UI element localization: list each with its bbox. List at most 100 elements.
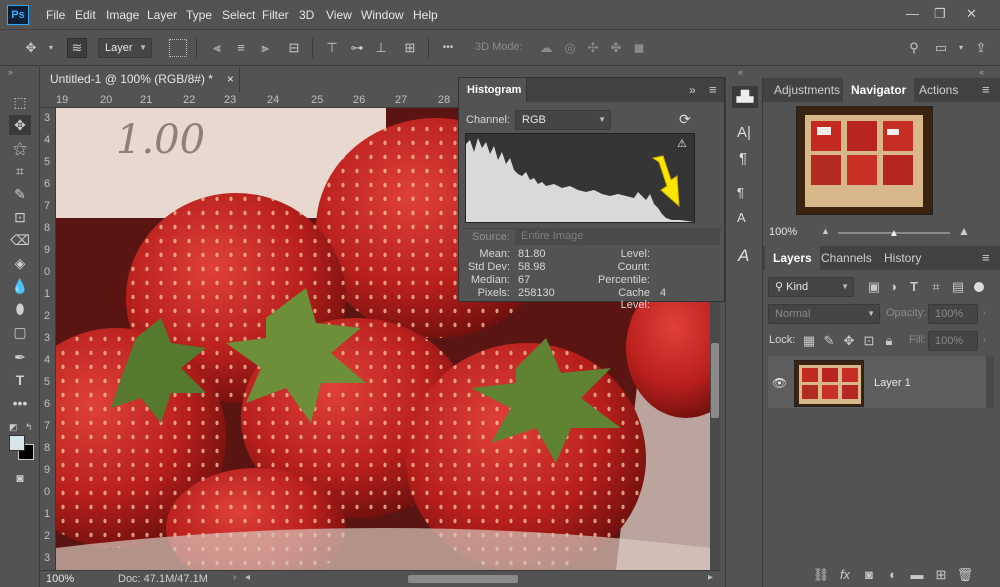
layer-style-icon[interactable]: fx <box>836 567 854 583</box>
move-tool-icon[interactable]: ✥ <box>22 40 40 56</box>
cache-warning-icon[interactable]: ⚠ <box>677 137 687 150</box>
dodge-tool-icon[interactable]: ⬮ <box>9 299 31 319</box>
move-tool-icon[interactable]: ✥ <box>9 115 31 135</box>
auto-select-target-select[interactable]: Layer ▼ <box>98 38 152 58</box>
tab-channels[interactable]: Channels <box>813 246 880 270</box>
navigator-preview[interactable] <box>796 106 933 215</box>
zoom-out-icon[interactable]: ▲ <box>821 226 830 236</box>
menu-edit[interactable]: Edit <box>75 8 96 22</box>
search-icon[interactable]: ⚲ <box>905 40 923 56</box>
menu-window[interactable]: Window <box>361 8 404 22</box>
more-tools-icon[interactable]: ••• <box>9 393 31 413</box>
workspace-icon[interactable]: ▭ <box>932 40 950 56</box>
scroll-right-icon[interactable]: ▸ <box>708 572 713 583</box>
shape-tool-icon[interactable]: ▢ <box>9 322 31 342</box>
brush-tool-icon[interactable]: ✎ <box>9 184 31 204</box>
adjustment-filter-icon[interactable]: ◑ <box>884 279 902 295</box>
menu-type[interactable]: Type <box>186 8 212 22</box>
tab-actions[interactable]: Actions <box>911 78 966 102</box>
marquee-tool-icon[interactable]: ⬚ <box>9 92 31 112</box>
swap-colors-icon[interactable]: ↰ <box>25 422 33 433</box>
transform-controls-icon[interactable] <box>169 39 187 57</box>
tab-histogram[interactable]: Histogram <box>459 78 527 102</box>
tab-layers[interactable]: Layers <box>765 246 820 270</box>
layer-name[interactable]: Layer 1 <box>874 377 911 389</box>
scroll-thumb[interactable] <box>711 343 719 418</box>
status-menu-icon[interactable]: › <box>233 572 236 583</box>
smart-object-filter-icon[interactable]: ▤ <box>949 279 967 295</box>
menu-help[interactable]: Help <box>413 8 438 22</box>
zoom-level[interactable]: 100% <box>46 573 74 585</box>
auto-select-icon[interactable]: ≋ <box>67 38 87 58</box>
share-icon[interactable]: ⇪ <box>972 40 990 56</box>
blend-mode-select[interactable]: Normal ▼ <box>768 304 880 324</box>
align-bottom-icon[interactable]: ⊥ <box>372 40 390 56</box>
pixel-filter-icon[interactable]: ▣ <box>865 279 883 295</box>
link-layers-icon[interactable]: ⛓ <box>812 567 830 583</box>
restore-icon[interactable]: ❐ <box>934 6 946 22</box>
new-group-icon[interactable]: ▬ <box>908 567 926 583</box>
shape-filter-icon[interactable]: ⌗ <box>927 279 945 295</box>
eye-icon[interactable]: 👁︎ <box>772 376 787 390</box>
close-tab-icon[interactable]: × <box>227 72 234 86</box>
lock-position-icon[interactable]: ✥ <box>840 333 858 349</box>
panel-menu-icon[interactable]: ≡ <box>709 82 717 97</box>
distribute-vertical-icon[interactable]: ⊞ <box>401 40 419 56</box>
chevron-right-icon[interactable]: › <box>983 335 986 344</box>
channel-select[interactable]: RGB ▼ <box>515 110 611 130</box>
trash-icon[interactable]: 🗑︎ <box>956 567 974 583</box>
align-left-icon[interactable]: ⫷ <box>208 40 226 56</box>
lock-all-icon[interactable]: 🔒︎ <box>880 333 898 349</box>
align-top-icon[interactable]: ⊤ <box>323 40 341 56</box>
adjustment-layer-icon[interactable]: ◐ <box>884 567 902 583</box>
menu-file[interactable]: File <box>46 8 65 22</box>
lock-pixels-icon[interactable]: ✎ <box>820 333 838 349</box>
paragraph-styles-icon[interactable]: ¶ <box>737 185 744 200</box>
opacity-input[interactable]: 100% <box>928 304 978 324</box>
magic-wand-icon[interactable]: ⚝ <box>9 138 31 158</box>
menu-image[interactable]: Image <box>106 8 139 22</box>
panel-menu-icon[interactable]: ≡ <box>982 82 990 97</box>
paint-bucket-icon[interactable]: ◈ <box>9 253 31 273</box>
layer-filter-select[interactable]: ⚲ Kind ▼ <box>768 277 854 297</box>
foreground-color-swatch[interactable] <box>9 435 25 451</box>
more-options-icon[interactable]: ••• <box>439 40 457 56</box>
layers-scrollbar[interactable] <box>986 356 994 408</box>
new-layer-icon[interactable]: ⊞ <box>932 567 950 583</box>
panel-menu-icon[interactable]: ≡ <box>982 250 990 265</box>
filter-toggle-icon[interactable] <box>974 282 984 292</box>
type-tool-icon[interactable]: T <box>9 370 31 390</box>
source-select[interactable]: Entire Image <box>515 228 720 245</box>
close-icon[interactable]: ✕ <box>966 6 977 22</box>
distribute-horizontal-icon[interactable]: ⊟ <box>285 40 303 56</box>
scroll-left-icon[interactable]: ◂ <box>245 572 250 583</box>
tools-collapse-icon[interactable]: » <box>8 67 13 77</box>
tab-history[interactable]: History <box>876 246 929 270</box>
default-colors-icon[interactable]: ◩ <box>9 422 18 433</box>
menu-filter[interactable]: Filter <box>262 8 289 22</box>
align-right-icon[interactable]: ⫸ <box>256 40 274 56</box>
zoom-in-icon[interactable]: ▲ <box>958 224 970 238</box>
eraser-tool-icon[interactable]: ⌫ <box>9 230 31 250</box>
menu-select[interactable]: Select <box>222 8 255 22</box>
menu-3d[interactable]: 3D <box>299 8 314 22</box>
pen-tool-icon[interactable]: ✒ <box>9 347 31 367</box>
lock-artboard-icon[interactable]: ⊡ <box>860 333 878 349</box>
align-center-icon[interactable]: ≡ <box>232 40 250 56</box>
type-filter-icon[interactable]: T <box>905 279 923 295</box>
lock-transparency-icon[interactable]: ▦ <box>800 333 818 349</box>
navigator-zoom[interactable]: 100% <box>769 226 797 238</box>
menu-layer[interactable]: Layer <box>147 8 177 22</box>
character-styles-icon[interactable]: A <box>737 210 746 225</box>
doc-info[interactable]: Doc: 47.1M/47.1M <box>118 573 208 585</box>
tool-preset-chevron-icon[interactable]: ▾ <box>42 40 60 56</box>
stamp-tool-icon[interactable]: ⊡ <box>9 207 31 227</box>
glyphs-panel-icon[interactable]: A <box>738 246 749 266</box>
horizontal-scroll-thumb[interactable] <box>408 575 518 583</box>
character-panel-icon[interactable]: A| <box>737 124 751 141</box>
document-tab[interactable]: Untitled-1 @ 100% (RGB/8#) * × <box>40 67 240 92</box>
menu-view[interactable]: View <box>326 8 352 22</box>
zoom-slider-handle[interactable]: ▲ <box>889 228 899 239</box>
workspace-chevron-icon[interactable]: ▾ <box>952 40 970 56</box>
histogram-panel-icon[interactable]: ▟▙ <box>732 86 758 108</box>
